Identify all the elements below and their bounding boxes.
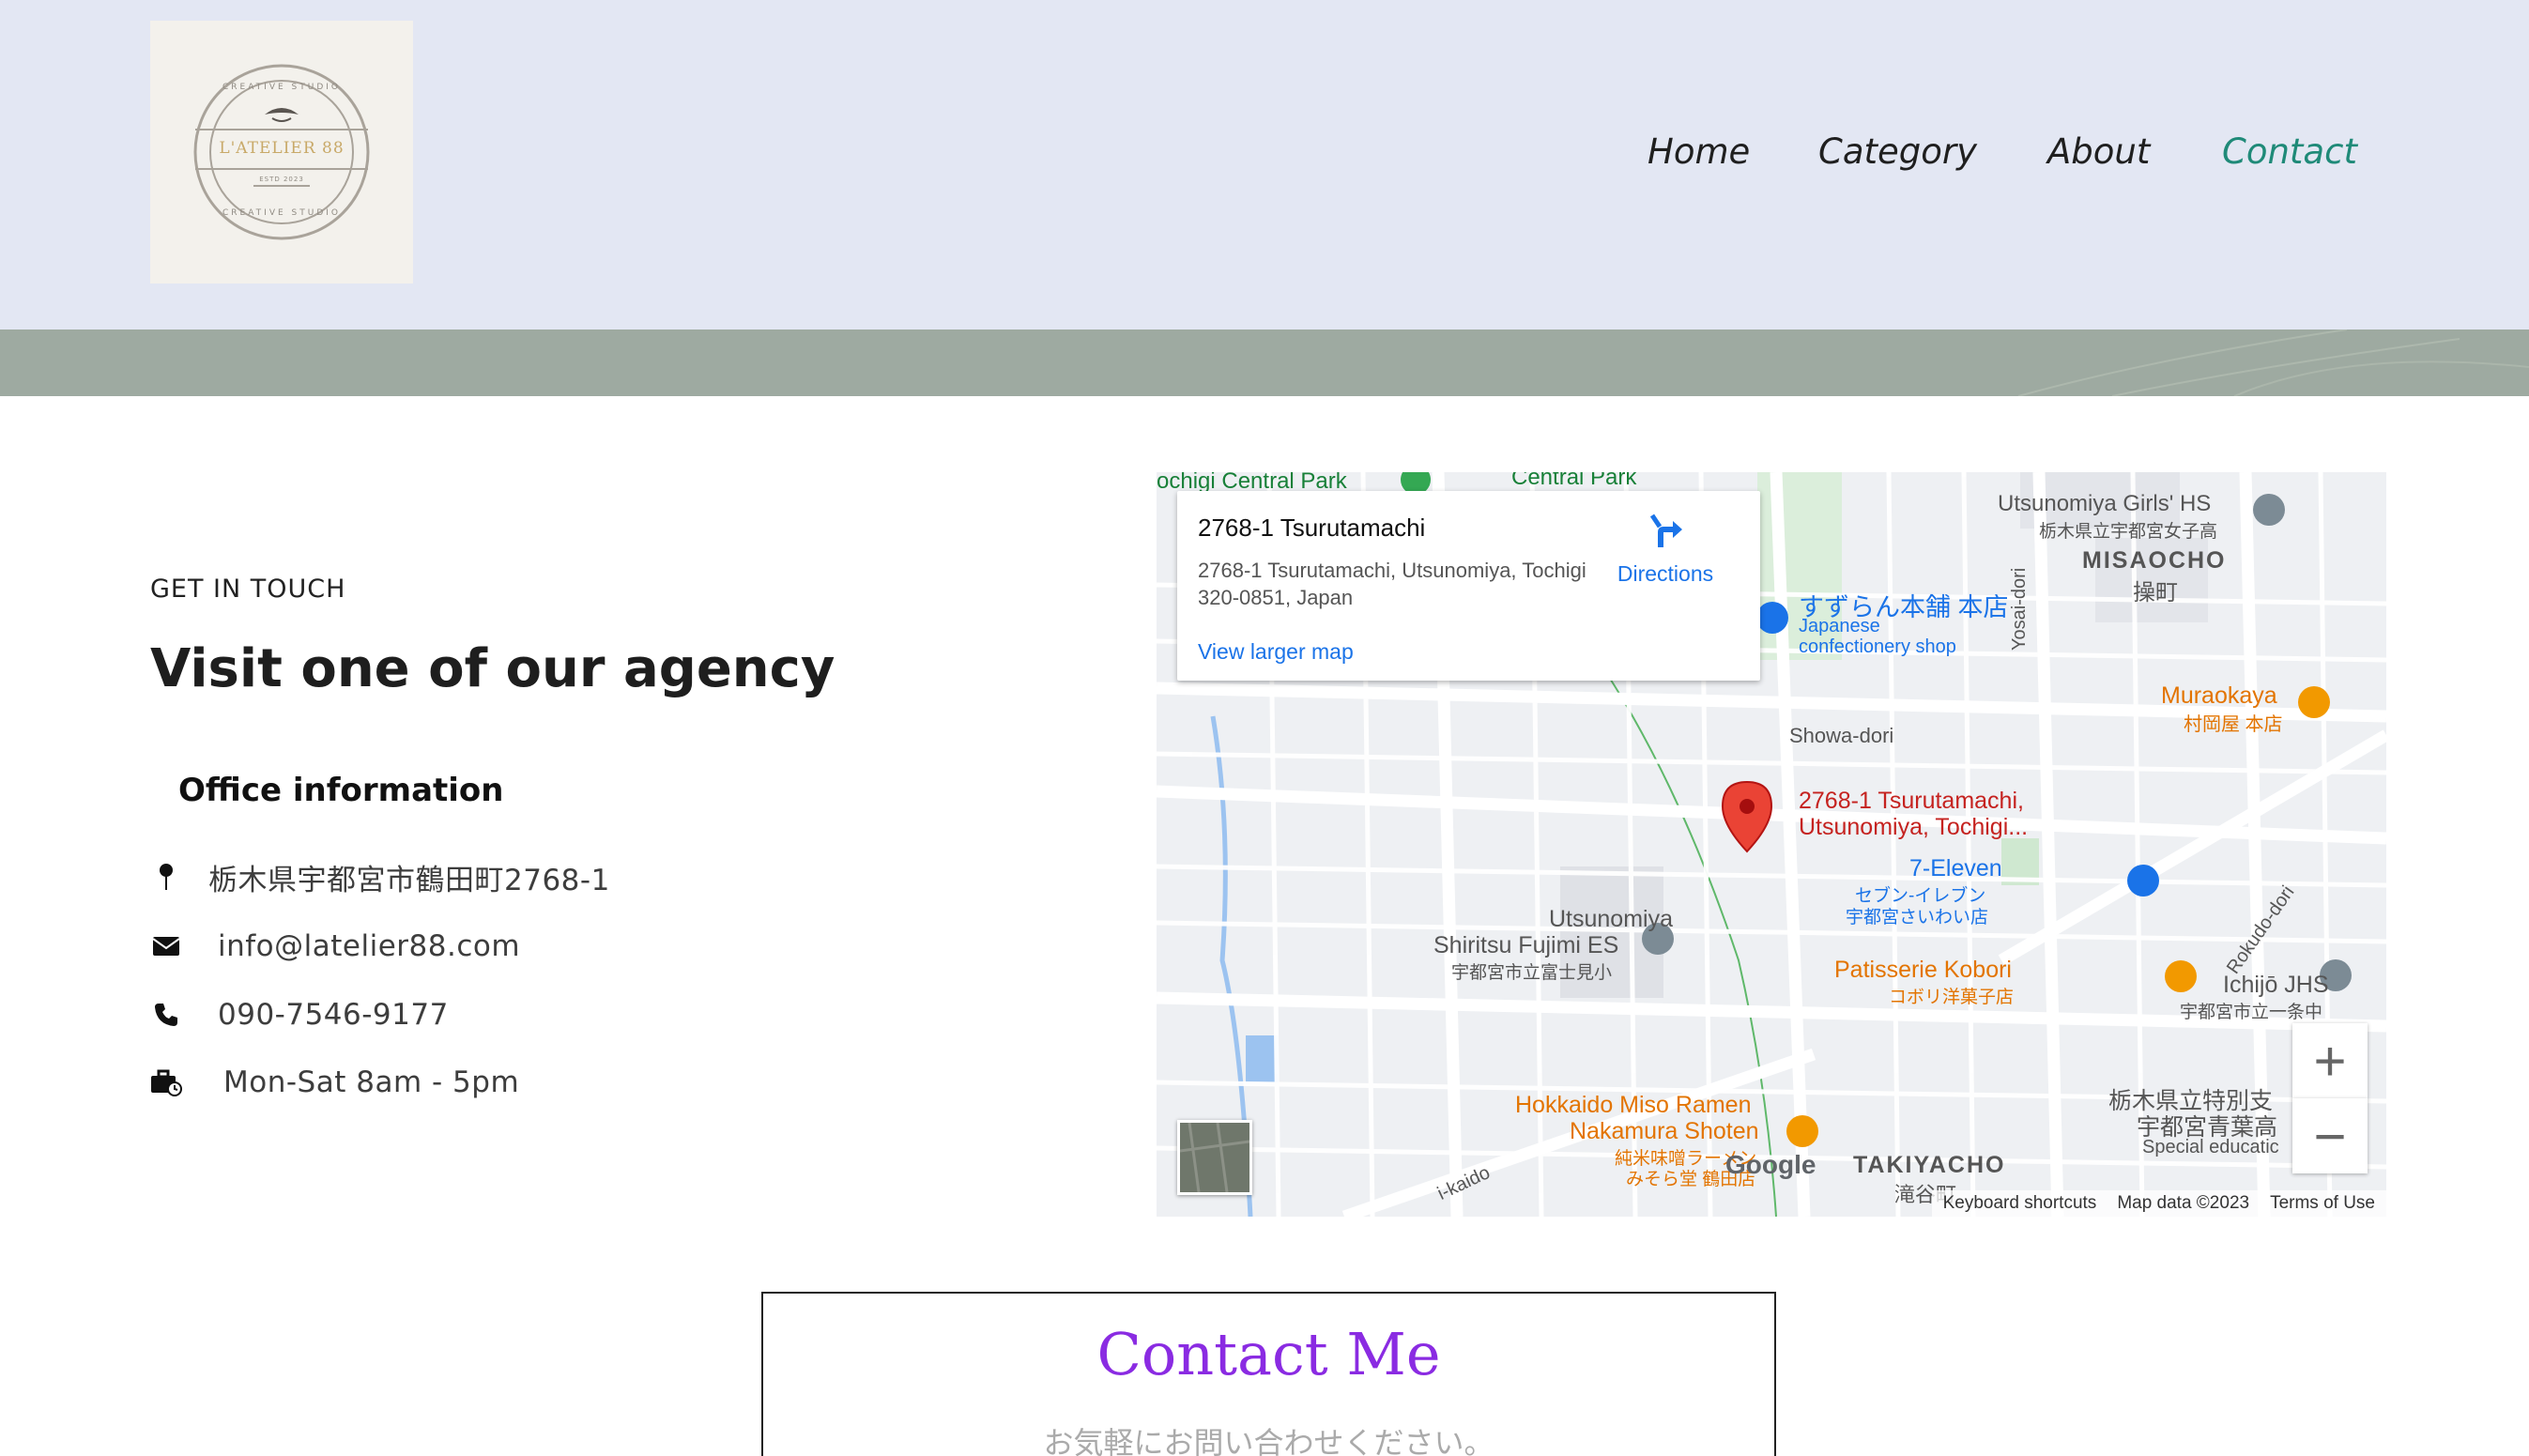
logo-bottom-text: CREATIVE STUDIO [222, 208, 341, 218]
map-footer: Keyboard shortcuts Map data ©2023 Terms … [1931, 1190, 2386, 1217]
view-larger-map-link[interactable]: View larger map [1198, 639, 1354, 665]
map-info-card: 2768-1 Tsurutamachi 2768-1 Tsurutamachi,… [1177, 491, 1760, 681]
map-pin-label-2: Utsunomiya, Tochigi... [1799, 814, 2029, 840]
contact-form-title: Contact Me [1096, 1320, 1441, 1388]
map-label-special-3: Special educatic [2142, 1137, 2279, 1157]
map-label-kobori: Patisserie Kobori [1834, 957, 2012, 983]
phone-row: 090-7546-9177 [150, 998, 449, 1032]
map-label-hokkaido-2: Nakamura Shoten [1570, 1118, 1759, 1144]
map-label-showa-dori: Showa-dori [1789, 724, 1894, 747]
hours-text: Mon-Sat 8am - 5pm [223, 1065, 520, 1099]
nav-home[interactable]: Home [1648, 131, 1750, 172]
directions-icon [1649, 513, 1682, 547]
map-pin-icon [150, 862, 182, 894]
logo-top-text: CREATIVE STUDIO [222, 83, 341, 92]
map-label-muraokaya-jp: 村岡屋 本店 [2184, 714, 2283, 735]
map-label-fujimi-1: Utsunomiya [1549, 906, 1673, 932]
email-link[interactable]: info@latelier88.com [218, 929, 520, 963]
map-label-girls-hs-jp: 栃木県立宇都宮女子高 [2039, 522, 2218, 542]
nav-contact[interactable]: Contact [2222, 131, 2357, 172]
envelope-icon [150, 930, 182, 962]
nav-about[interactable]: About [2047, 131, 2150, 172]
map-label-takiyacho: TAKIYACHO [1853, 1152, 2006, 1178]
map-label-seven-eleven: 7-Eleven [1909, 855, 2002, 881]
section-eyebrow: GET IN TOUCH [150, 575, 346, 604]
hours-row: Mon-Sat 8am - 5pm [150, 1065, 519, 1099]
hero-banner-strip [0, 330, 2529, 396]
map-label-girls-hs: Utsunomiya Girls' HS [1998, 491, 2212, 516]
phone-link[interactable]: 090-7546-9177 [218, 998, 449, 1032]
map-label-muraokaya: Muraokaya [2161, 682, 2277, 709]
logo-name: L'ATELIER 88 [219, 139, 345, 158]
keyboard-shortcuts-link[interactable]: Keyboard shortcuts [1943, 1193, 2097, 1214]
map-label-fujimi-2: Shiritsu Fujimi ES [1433, 932, 1619, 958]
map-label-misaocho-jp: 操町 [2133, 580, 2178, 605]
map-label-suzuran-sub2: confectionery shop [1799, 636, 1956, 657]
google-logo: Google [1725, 1150, 1816, 1179]
map-label-hokkaido-1: Hokkaido Miso Ramen [1515, 1092, 1752, 1118]
site-header: L'ATELIER 88 CREATIVE STUDIO ESTD 2023 C… [0, 0, 2529, 330]
map-label-yosai-dori: Yosai-dori [2009, 567, 2030, 651]
map-label-ichijo: Ichijō JHS [2223, 972, 2329, 998]
map-pin-label-1: 2768-1 Tsurutamachi, [1799, 788, 2024, 814]
directions-label: Directions [1617, 561, 1714, 586]
zoom-in-button[interactable]: + [2292, 1023, 2368, 1098]
banner-leaf-decoration [2017, 330, 2529, 396]
map-label-central-park: Central Park [1511, 472, 1637, 490]
contact-form-box: Contact Me お気軽にお問い合わせください。 [761, 1292, 1776, 1456]
map-label-fujimi-jp: 宇都宮市立富士見小 [1451, 963, 1613, 983]
section-heading: Visit one of our agency [150, 638, 835, 699]
map-label-suzuran-sub1: Japanese [1799, 616, 1880, 636]
map-label-misaocho: MISAOCHO [2082, 547, 2227, 574]
google-map[interactable]: ochigi Central Park Central Park Utsunom… [1157, 472, 2386, 1217]
nav-category[interactable]: Category [1818, 131, 1977, 172]
zoom-out-button[interactable]: − [2292, 1098, 2368, 1173]
map-label-seven-jp2: 宇都宮さいわい店 [1846, 908, 1989, 927]
phone-icon [150, 999, 182, 1031]
office-info-heading: Office information [178, 772, 504, 809]
terms-of-use-link[interactable]: Terms of Use [2270, 1193, 2375, 1214]
site-logo[interactable]: L'ATELIER 88 CREATIVE STUDIO ESTD 2023 C… [150, 21, 413, 284]
logo-est: ESTD 2023 [259, 176, 304, 183]
satellite-thumbnail-icon [1179, 1122, 1250, 1193]
briefcase-clock-icon [150, 1066, 182, 1098]
address-row: 栃木県宇都宮市鶴田町2768-1 [150, 856, 610, 898]
map-data-text: Map data ©2023 [2117, 1193, 2250, 1213]
address-text: 栃木県宇都宮市鶴田町2768-1 [208, 864, 610, 897]
directions-button[interactable]: Directions [1590, 510, 1740, 587]
contact-form-subtitle: お気軽にお問い合わせください。 [1043, 1425, 1494, 1456]
map-label-kobori-jp: コボリ洋菓子店 [1889, 988, 2015, 1007]
map-card-address: 2768-1 Tsurutamachi, Utsunomiya, Tochigi… [1198, 559, 1586, 609]
email-row: info@latelier88.com [150, 929, 520, 963]
map-label-ichijo-jp: 宇都宮市立一条中 [2180, 1003, 2323, 1022]
satellite-toggle-button[interactable] [1177, 1120, 1252, 1195]
map-card-title: 2768-1 Tsurutamachi [1198, 513, 1426, 542]
